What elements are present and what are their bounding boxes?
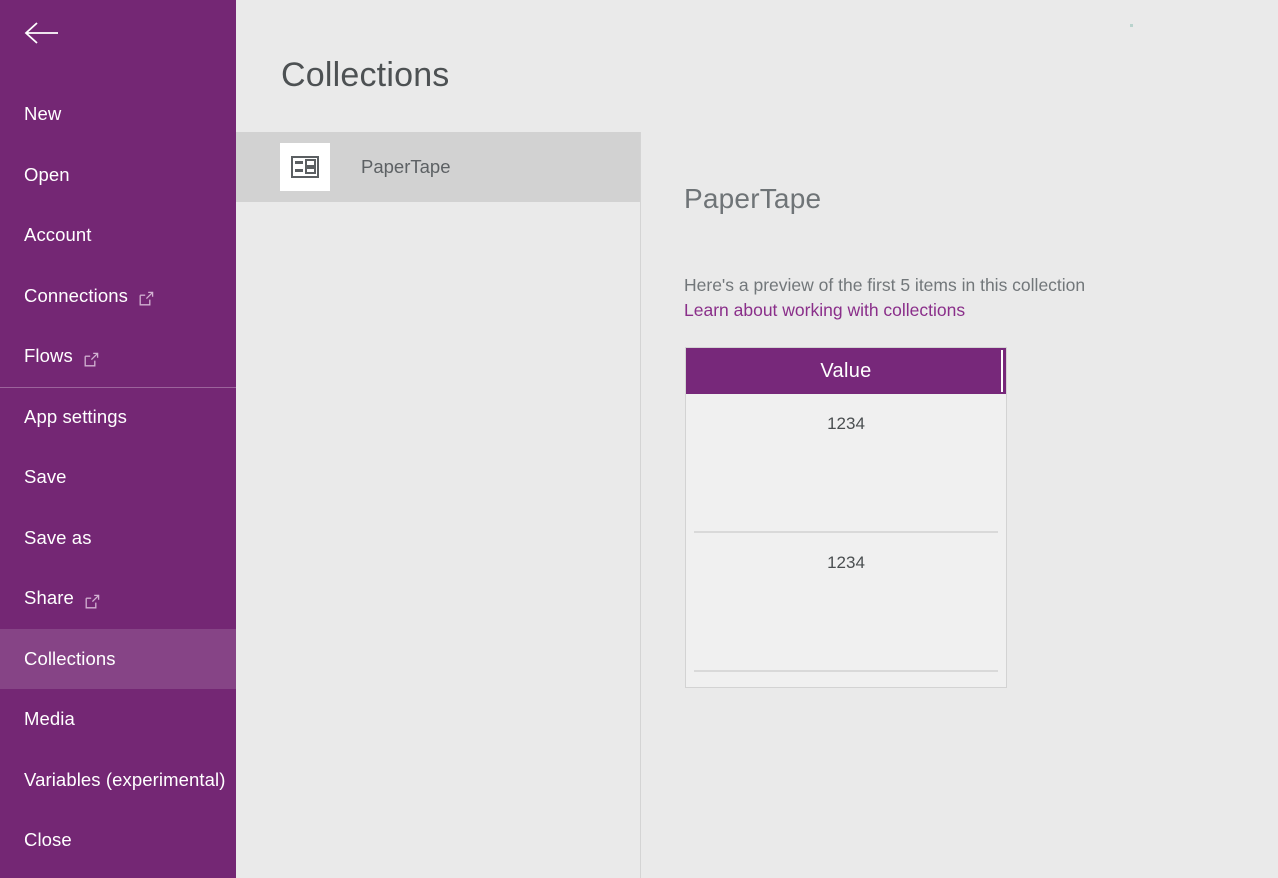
table-cell-value: 1234 <box>686 553 1006 573</box>
table-header-row: Value <box>686 348 1006 394</box>
sidebar-item-label: Media <box>24 708 75 730</box>
sidebar-item-flows[interactable]: Flows <box>0 326 236 387</box>
external-link-icon <box>139 289 154 304</box>
detail-subtitle: Here's a preview of the first 5 items in… <box>684 275 1085 296</box>
sidebar-item-label: Save <box>24 466 67 488</box>
corner-dot-marker <box>1130 24 1133 27</box>
sidebar-item-label: Close <box>24 829 72 851</box>
preview-table: Value 1234 1234 <box>685 347 1007 688</box>
table-row[interactable]: 1234 <box>686 533 1006 672</box>
sidebar-item-label: Collections <box>24 648 116 670</box>
list-item-label: PaperTape <box>361 156 450 178</box>
sidebar-item-app-settings[interactable]: App settings <box>0 387 236 448</box>
table-body: 1234 1234 <box>686 394 1006 672</box>
column-header-value[interactable]: Value <box>820 360 871 383</box>
sidebar-item-open[interactable]: Open <box>0 145 236 206</box>
sidebar-item-connections[interactable]: Connections <box>0 266 236 327</box>
collection-table-icon <box>280 143 330 191</box>
sidebar-item-label: Flows <box>24 345 73 367</box>
table-cell-value: 1234 <box>686 414 1006 434</box>
sidebar-item-collections[interactable]: Collections <box>0 629 236 690</box>
external-link-icon <box>84 350 99 365</box>
learn-about-collections-link[interactable]: Learn about working with collections <box>684 300 965 321</box>
sidebar-item-variables-experimental[interactable]: Variables (experimental) <box>0 750 236 811</box>
sidebar-item-label: Save as <box>24 527 92 549</box>
sidebar-item-media[interactable]: Media <box>0 689 236 750</box>
sidebar-item-account[interactable]: Account <box>0 205 236 266</box>
detail-title: PaperTape <box>684 183 821 215</box>
sidebar-item-label: Account <box>24 224 92 246</box>
sidebar-item-save-as[interactable]: Save as <box>0 508 236 569</box>
back-arrow-icon <box>22 20 60 51</box>
list-item[interactable]: PaperTape <box>236 132 640 202</box>
sidebar-item-label: New <box>24 103 61 125</box>
sidebar-item-share[interactable]: Share <box>0 568 236 629</box>
sidebar-item-label: App settings <box>24 406 127 428</box>
sidebar-item-label: Variables (experimental) <box>24 769 226 791</box>
page-title: Collections <box>281 56 450 95</box>
sidebar-nav-list: New Open Account Connections Flows App settin… <box>0 84 236 871</box>
back-button[interactable] <box>0 0 80 70</box>
sidebar-item-label: Share <box>24 587 74 609</box>
column-resize-handle[interactable] <box>1001 350 1003 392</box>
sidebar-item-label: Connections <box>24 285 128 307</box>
row-separator <box>694 670 998 672</box>
sidebar-item-save[interactable]: Save <box>0 447 236 508</box>
detail-panel: PaperTape Here's a preview of the first … <box>641 0 1278 878</box>
sidebar-item-new[interactable]: New <box>0 84 236 145</box>
external-link-icon <box>85 592 100 607</box>
table-row[interactable]: 1234 <box>686 394 1006 533</box>
left-sidebar: New Open Account Connections Flows App settin… <box>0 0 236 878</box>
collection-list: PaperTape <box>236 132 640 878</box>
sidebar-item-close[interactable]: Close <box>0 810 236 871</box>
sidebar-item-label: Open <box>24 164 70 186</box>
